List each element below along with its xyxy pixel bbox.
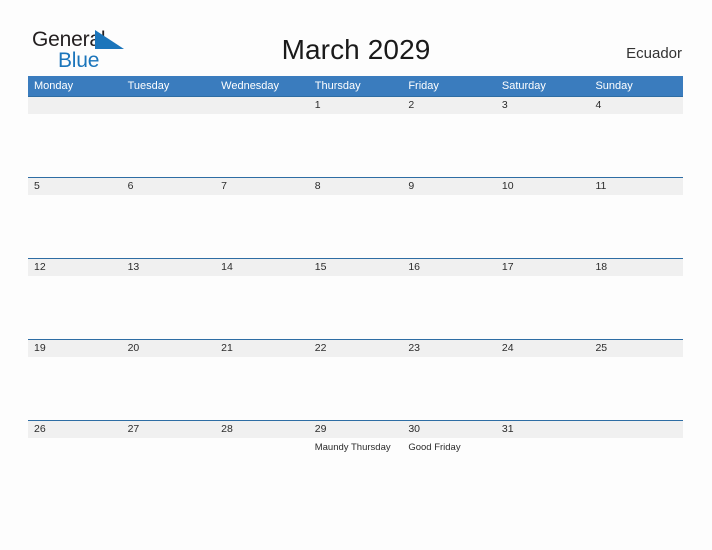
day-cell[interactable]: 24	[495, 340, 590, 420]
region-label: Ecuador	[626, 45, 682, 62]
day-number: 6	[127, 180, 134, 192]
day-cell[interactable]: 21	[215, 340, 309, 420]
day-cell[interactable]: 17	[495, 259, 590, 339]
day-number: 8	[314, 180, 321, 192]
day-number: 5	[34, 180, 40, 192]
day-band	[121, 97, 216, 114]
day-cell[interactable]: 22	[308, 340, 403, 420]
day-cell[interactable]: 2	[402, 97, 496, 177]
day-number: 10	[501, 180, 514, 192]
day-cell[interactable]: 11	[589, 178, 684, 258]
day-number: 18	[595, 261, 608, 273]
day-cell[interactable]	[215, 97, 309, 177]
day-cell[interactable]: 5	[28, 178, 122, 258]
day-number: 28	[221, 423, 233, 435]
day-number: 21	[221, 342, 233, 354]
day-cell[interactable]: 23	[402, 340, 496, 420]
day-number: 7	[221, 180, 227, 192]
day-number: 13	[127, 261, 140, 273]
day-cell[interactable]: 30 Good Friday	[402, 421, 496, 501]
calendar-grid: Monday Tuesday Wednesday Thursday Friday…	[28, 76, 684, 501]
day-number: 15	[314, 261, 327, 273]
weekday-saturday: Saturday	[501, 80, 546, 92]
day-number: 9	[408, 180, 415, 192]
day-cell[interactable]: 3	[495, 97, 590, 177]
day-cell[interactable]: 16	[402, 259, 496, 339]
day-number: 16	[408, 261, 420, 273]
week-row: 19 20 21 22 23 24 25	[28, 339, 684, 420]
day-cell[interactable]	[589, 421, 684, 501]
day-cell[interactable]: 25	[589, 340, 684, 420]
day-cell[interactable]: 15	[308, 259, 403, 339]
day-cell[interactable]: 28	[215, 421, 309, 501]
day-cell[interactable]: 31	[495, 421, 590, 501]
day-event: Maundy Thursday	[314, 442, 391, 453]
day-cell[interactable]: 19	[28, 340, 122, 420]
week-row: 12 13 14 15 16 17 18	[28, 258, 684, 339]
day-number: 27	[127, 423, 140, 435]
day-number: 1	[314, 99, 321, 111]
day-number: 29	[314, 423, 327, 435]
day-number: 31	[501, 423, 514, 435]
day-cell[interactable]: 9	[402, 178, 496, 258]
weekday-header-row: Monday Tuesday Wednesday Thursday Friday…	[28, 76, 683, 96]
day-number: 17	[501, 261, 514, 273]
day-number: 11	[595, 180, 607, 192]
weekday-friday: Friday	[408, 80, 439, 92]
day-cell[interactable]: 4	[589, 97, 684, 177]
week-row: 1 2 3 4	[28, 96, 684, 177]
day-number: 26	[34, 423, 46, 435]
day-cell[interactable]: 1	[308, 97, 403, 177]
day-band	[589, 421, 684, 438]
page-header: General Blue March 2029 Ecuador	[0, 0, 712, 76]
day-number: 30	[408, 423, 420, 435]
day-number: 19	[34, 342, 46, 354]
weekday-monday: Monday	[34, 80, 74, 92]
day-event: Good Friday	[408, 442, 461, 453]
day-cell[interactable]: 26	[28, 421, 122, 501]
day-number: 25	[595, 342, 608, 354]
day-number: 3	[501, 99, 508, 111]
day-cell[interactable]: 10	[495, 178, 590, 258]
day-number: 24	[501, 342, 514, 354]
day-number: 14	[221, 261, 233, 273]
day-cell[interactable]	[121, 97, 216, 177]
day-cell[interactable]: 7	[215, 178, 309, 258]
weekday-thursday: Thursday	[314, 80, 361, 92]
week-row: 26 27 28 29 Maundy Thursday 30 Good Friday…	[28, 420, 684, 501]
day-cell[interactable]: 6	[121, 178, 216, 258]
weekday-tuesday: Tuesday	[127, 80, 170, 92]
weekday-wednesday: Wednesday	[221, 80, 280, 92]
day-cell[interactable]: 20	[121, 340, 216, 420]
day-cell[interactable]	[28, 97, 122, 177]
day-cell[interactable]: 29 Maundy Thursday	[308, 421, 403, 501]
page-title: March 2029	[281, 34, 431, 65]
week-row: 5 6 7 8 9 10 11	[28, 177, 684, 258]
weekday-sunday: Sunday	[595, 80, 633, 92]
day-number: 23	[408, 342, 420, 354]
day-band	[215, 97, 309, 114]
day-number: 20	[127, 342, 140, 354]
day-number: 2	[408, 99, 415, 111]
day-cell[interactable]: 13	[121, 259, 216, 339]
day-cell[interactable]: 27	[121, 421, 216, 501]
day-band	[28, 97, 122, 114]
day-number: 4	[595, 99, 602, 111]
day-number: 22	[314, 342, 327, 354]
day-number: 12	[34, 261, 46, 273]
day-cell[interactable]: 14	[215, 259, 309, 339]
day-cell[interactable]: 12	[28, 259, 122, 339]
day-cell[interactable]: 8	[308, 178, 403, 258]
day-cell[interactable]: 18	[589, 259, 684, 339]
